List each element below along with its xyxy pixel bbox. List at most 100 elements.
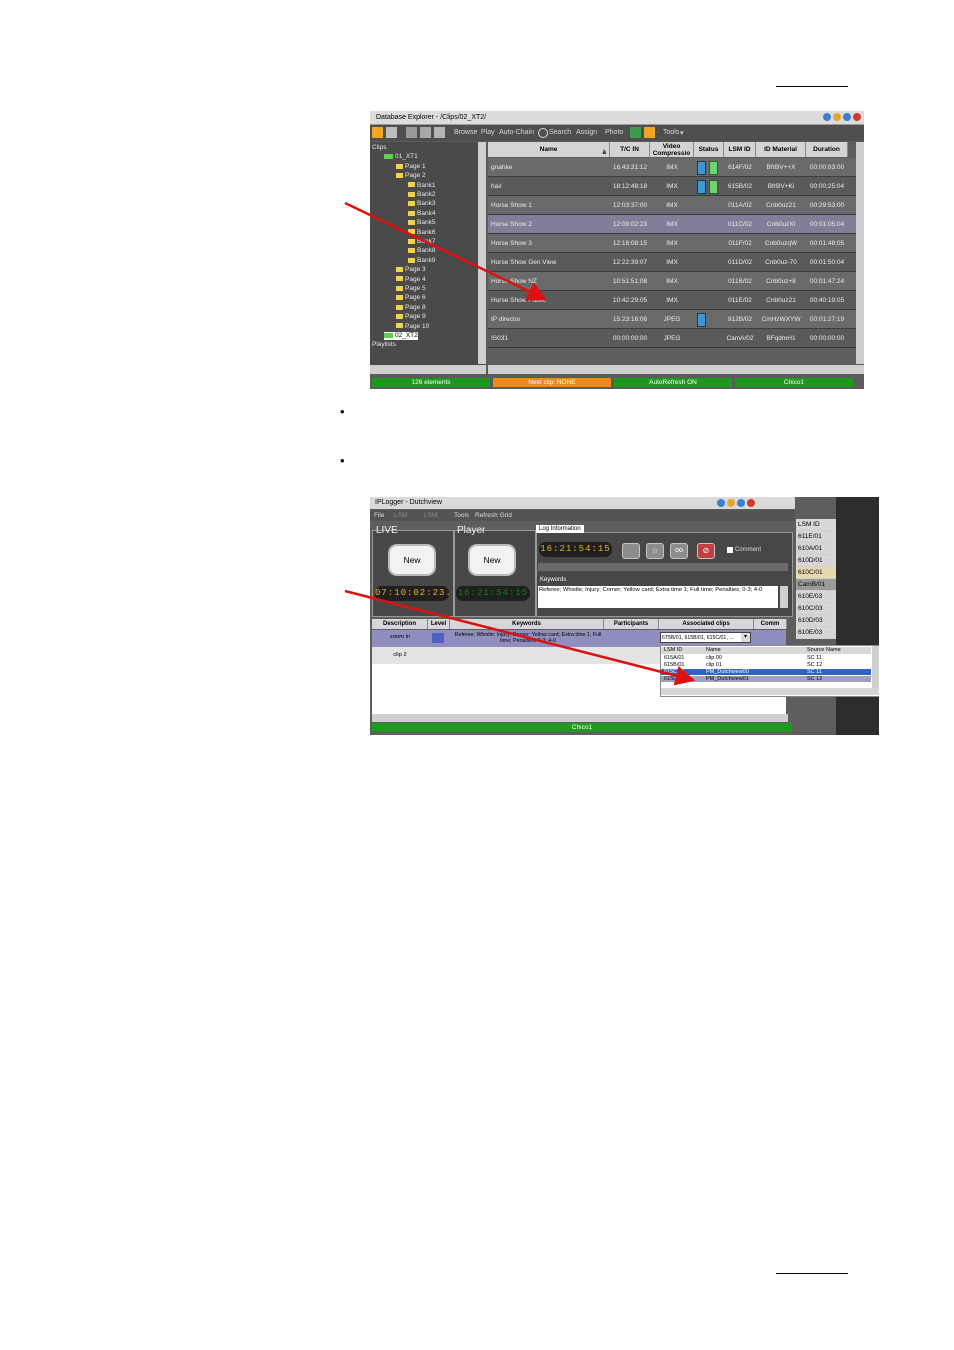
tree-node[interactable]: Bank7 [408, 238, 435, 246]
menu-lsm-2[interactable]: LSM [424, 512, 437, 519]
help-icon[interactable] [823, 113, 831, 121]
table-row[interactable]: gnahke 16:43:31:12 IMX 614F/02 BfrBV++X 00:00… [488, 158, 856, 177]
lsm-item[interactable]: 610D/01 [796, 555, 836, 567]
col-participants[interactable]: Participants [604, 619, 659, 629]
menu-lsm-1[interactable]: LSM [394, 512, 407, 519]
search-icon[interactable] [538, 128, 548, 138]
col-name[interactable]: Name à [488, 142, 610, 157]
popup-row[interactable]: 615A/01 clip 00 SC 11 [661, 655, 871, 661]
tree-node[interactable]: 01_XT1 [384, 153, 418, 161]
player-new-button[interactable]: New [468, 544, 516, 576]
print-icon[interactable] [386, 127, 397, 138]
lock-icon[interactable] [372, 127, 383, 138]
keywords-box[interactable]: Referee; Whistle; Injury; Corner; Yellow… [538, 586, 778, 608]
tree-node[interactable]: Bank4 [408, 210, 435, 218]
popup-scrollbar[interactable] [872, 646, 879, 688]
play-button[interactable]: Play [481, 129, 495, 136]
tree-hscrollbar[interactable] [370, 365, 486, 374]
table-row[interactable]: IP director 15:23:16:06 JPEG 912B/02 CmHzWXY… [488, 310, 856, 329]
popup-col-header[interactable]: LSM ID [664, 647, 682, 653]
no-entry-icon[interactable]: ⊘ [697, 543, 715, 559]
tree-node[interactable]: Page 3 [396, 266, 426, 274]
menu-refresh-grid[interactable]: Refresh Grid [475, 512, 512, 519]
keywords-scrollbar[interactable] [780, 586, 788, 608]
grid-scrollbar[interactable] [856, 142, 864, 364]
menu-file[interactable]: File [374, 512, 384, 519]
table-row[interactable]: Horse Show 1 12:03:37:00 IMX 011A/02 Cnb0uz2… [488, 196, 856, 215]
tree-node[interactable]: Bank8 [408, 247, 435, 255]
table-row[interactable]: Horse Show Public 10:42:29:05 IMX 011E/02 Cn… [488, 291, 856, 310]
tree-node[interactable]: Page 1 [396, 163, 426, 171]
browse-button[interactable]: Browse [454, 129, 477, 136]
lsm-item[interactable]: CamB/01 [796, 579, 836, 591]
popup-row[interactable]: 615B/01 clip 01 SC 12 [661, 662, 871, 668]
popup-col-header[interactable]: Source Name [807, 647, 841, 653]
popup-row[interactable]: 615C/01 PM_Dutchview00 SC 11 [661, 669, 871, 675]
tree-node[interactable]: Page 10 [396, 323, 429, 331]
tree-node[interactable]: Bank2 [408, 191, 435, 199]
minimize-icon[interactable] [727, 499, 735, 507]
paste-icon[interactable] [434, 127, 445, 138]
col-description[interactable]: Description [372, 619, 428, 629]
tree-node[interactable]: Bank6 [408, 229, 435, 237]
col-tc-in[interactable]: T/C IN [610, 142, 650, 157]
table-row[interactable]: Horse Show 3 12:16:08:15 IMX 011F/02 Cnb0uzq… [488, 234, 856, 253]
tree-node[interactable]: Bank5 [408, 219, 435, 227]
tree-node[interactable]: Page 6 [396, 294, 426, 302]
table-row[interactable]: Horse Show NZ 10:51:51:08 IMX 011B/02 Cnb0uz… [488, 272, 856, 291]
auto-chain-button[interactable]: Auto-Chain [499, 129, 534, 136]
tree-node[interactable]: Page 5 [396, 285, 426, 293]
col-status[interactable]: Status [694, 142, 724, 157]
table-row[interactable]: IS031 00:00:00:00 JPEG CamA/02 BFqdmH1 00:00:… [488, 329, 856, 348]
assign-button[interactable]: Assign [576, 129, 597, 136]
grid-hscrollbar[interactable] [488, 365, 864, 374]
close-icon[interactable] [747, 499, 755, 507]
popup-row[interactable]: 615D/01 PM_Dutchview01 SC 12 [661, 676, 871, 682]
col-level[interactable]: Level [428, 619, 450, 629]
table-row[interactable]: Horse Show Gen View 12:22:39:07 IMX 011D/02… [488, 253, 856, 272]
comment-field[interactable] [538, 563, 788, 571]
lsm-item[interactable]: 610E/03 [796, 627, 836, 639]
popup-hscrollbar[interactable] [661, 688, 879, 695]
lsm-item[interactable]: 610E/03 [796, 591, 836, 603]
autorefresh-icon[interactable] [644, 127, 655, 138]
minimize-icon[interactable] [833, 113, 841, 121]
lsm-item[interactable]: 611E/01 [796, 531, 836, 543]
popup-col-header[interactable]: Name [706, 647, 721, 653]
tree-node[interactable]: Page 8 [396, 304, 426, 312]
col-duration[interactable]: Duration [806, 142, 848, 157]
chevron-down-icon[interactable]: ▾ [741, 633, 750, 642]
menu-tools[interactable]: Tools [454, 512, 469, 519]
col-associated-clips[interactable]: Associated clips [659, 619, 754, 629]
stop-icon[interactable] [622, 543, 640, 559]
tree-scrollbar[interactable] [478, 142, 486, 364]
col-comment[interactable]: Comm [754, 619, 787, 629]
glasses-icon[interactable]: oo [670, 543, 688, 559]
maximize-icon[interactable] [843, 113, 851, 121]
tree-node[interactable]: Bank9 [408, 257, 435, 265]
table-row[interactable]: hair 18:12:48:18 IMX 615B/02 BfrBV+Ki 00:00:2… [488, 177, 856, 196]
tree-node[interactable]: Page 9 [396, 313, 426, 321]
tools-menu[interactable]: Tools [663, 129, 679, 136]
tree-node[interactable]: 02_XT2 [384, 332, 418, 340]
col-keywords[interactable]: Keywords [450, 619, 604, 629]
help-icon[interactable] [717, 499, 725, 507]
maximize-icon[interactable] [737, 499, 745, 507]
tree-node[interactable]: Page 4 [396, 276, 426, 284]
lsm-item[interactable]: 610D/03 [796, 615, 836, 627]
cut-icon[interactable] [406, 127, 417, 138]
tab-log-information[interactable]: Log Information [536, 525, 584, 533]
tree-node[interactable]: Page 2 [396, 172, 426, 180]
star-icon[interactable]: ☆ [646, 543, 664, 559]
chevron-down-icon[interactable]: ▾ [680, 129, 684, 137]
col-video-compression[interactable]: Video Compressio [650, 142, 694, 157]
tree-node[interactable]: Bank1 [408, 182, 435, 190]
lsm-item[interactable]: 610C/03 [796, 603, 836, 615]
close-icon[interactable] [853, 113, 861, 121]
comment-checkbox[interactable] [727, 547, 733, 553]
tree-node[interactable]: Playlists [372, 341, 396, 349]
search-button[interactable]: Search [549, 129, 571, 136]
tree-node[interactable]: Clips [372, 144, 386, 152]
photo-button[interactable]: Photo [605, 129, 623, 136]
table-row[interactable]: Horse Show 2 12:09:02:23 IMX 011C/02 Cnb0uzX… [488, 215, 856, 234]
